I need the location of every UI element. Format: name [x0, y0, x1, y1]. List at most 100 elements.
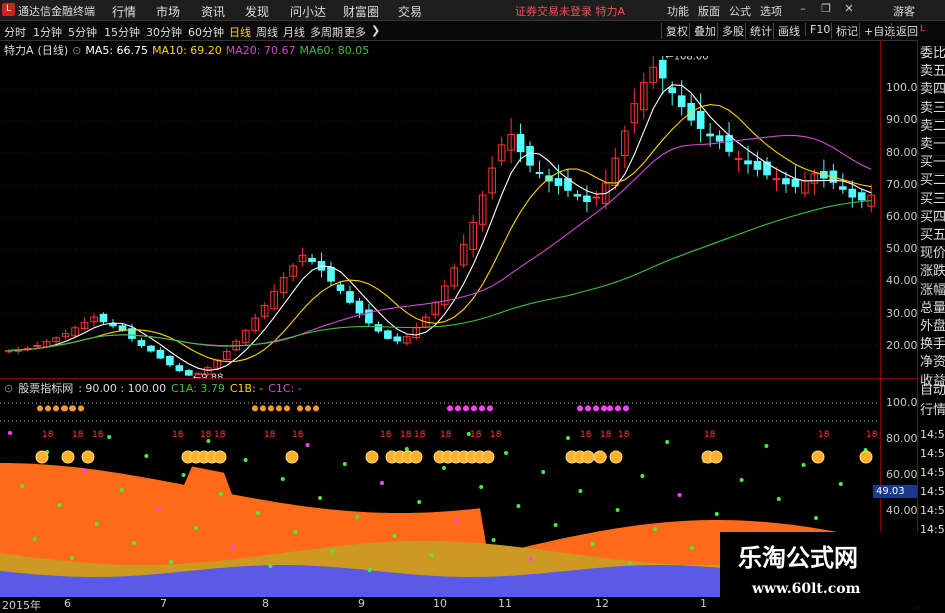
ma-info-bar: 特力A (日线) ⊙ MA5: 66.75 MA10: 69.20 MA20: 70.67…: [4, 42, 373, 57]
date-label: 6: [64, 597, 71, 610]
period-60min[interactable]: 60分钟: [188, 24, 224, 40]
signal-dot: [479, 485, 484, 489]
menu-layout[interactable]: 版面: [698, 3, 720, 19]
period-1min[interactable]: 1分钟: [33, 24, 62, 40]
btn-f10[interactable]: F10: [805, 23, 830, 36]
watermark-url: www.60lt.com: [752, 581, 861, 597]
candle-body: [137, 340, 146, 346]
sidebar-item-quote[interactable]: 卖三: [920, 100, 945, 116]
guest-label[interactable]: 游客: [893, 3, 915, 19]
signal-dot: [293, 530, 298, 534]
buy-signal-label: 18: [866, 430, 878, 440]
period-15min[interactable]: 15分钟: [104, 24, 140, 40]
candle-body: [393, 336, 402, 342]
sidebar-item-quote[interactable]: 卖四: [920, 82, 945, 97]
period-daily[interactable]: 日线: [229, 24, 251, 40]
more-chevron-icon[interactable]: ❯: [371, 24, 380, 37]
signal-dot: [70, 556, 74, 560]
date-label: 7: [160, 597, 167, 610]
buy-signal-label: 18: [42, 430, 54, 440]
period-more[interactable]: 更多: [344, 24, 366, 40]
menu-trade[interactable]: 交易: [398, 3, 422, 20]
sidebar-item-quote[interactable]: 卖二: [920, 118, 945, 134]
candle-body: [156, 349, 165, 359]
sidebar-item-quote[interactable]: 卖五: [920, 64, 945, 79]
signal-dot: [690, 546, 694, 550]
menu-function[interactable]: 功能: [667, 3, 689, 19]
smiley-coin-icon: [609, 450, 623, 464]
signal-dot: [355, 515, 360, 519]
current-value-badge: 49.03: [873, 485, 919, 498]
sidebar-item-quote[interactable]: 外盘: [920, 319, 945, 334]
menu-wealth[interactable]: 财富圈: [343, 3, 379, 20]
top-marker-dot: [623, 405, 629, 412]
top-marker-dot: [78, 405, 84, 412]
period-30min[interactable]: 30分钟: [146, 24, 182, 40]
buy-signal-label: 18: [200, 430, 212, 440]
btn-stats[interactable]: 统计: [745, 23, 772, 39]
sidebar-item-quote[interactable]: 委比: [920, 46, 945, 61]
sidebar-l[interactable]: L: [920, 22, 945, 36]
menu-quotes[interactable]: 行情: [112, 3, 136, 20]
candle-body: [554, 178, 563, 186]
menu-discover[interactable]: 发现: [245, 3, 269, 20]
price-tick-label: 20.00: [886, 338, 918, 352]
period-multi[interactable]: 多周期: [310, 24, 343, 40]
sidebar-item-quote[interactable]: 买一: [920, 155, 945, 170]
app-title: 通达信金融终端: [18, 5, 95, 18]
btn-draw[interactable]: 画线: [773, 23, 800, 39]
sidebar-item-quote[interactable]: 买四: [920, 209, 945, 225]
sidebar-item-quote[interactable]: 净资: [920, 355, 945, 370]
menu-options[interactable]: 选项: [760, 3, 782, 19]
menu-news[interactable]: 资讯: [201, 3, 225, 20]
sidebar-item-quote[interactable]: 总量: [920, 300, 945, 316]
period-toolbar: 分时 1分钟 5分钟 15分钟 30分钟 60分钟 日线 周线 月线 多周期 更…: [0, 21, 945, 41]
smiley-coin-icon: [213, 450, 227, 464]
sidebar-item-quote[interactable]: 买五: [920, 228, 945, 243]
period-monthly[interactable]: 月线: [283, 24, 305, 40]
menu-formula[interactable]: 公式: [729, 3, 751, 19]
menu-market[interactable]: 市场: [156, 3, 180, 20]
btn-multi-stock[interactable]: 多股: [717, 23, 744, 39]
signal-dot: [801, 463, 806, 467]
indicator-tick-label: 40.00: [886, 504, 918, 517]
buy-signal-label: 18: [264, 430, 276, 440]
sidebar-item-quote[interactable]: 换手: [920, 337, 945, 352]
period-weekly[interactable]: 周线: [256, 24, 278, 40]
sidebar-item-quote[interactable]: 涨跌: [920, 264, 945, 279]
sidebar-item-mode[interactable]: 自动: [920, 384, 945, 398]
signal-dot: [615, 508, 620, 512]
signal-dot: [20, 484, 25, 488]
btn-back[interactable]: 返回: [891, 23, 918, 39]
sidebar-item-quote[interactable]: 现价: [920, 246, 945, 261]
signal-dot: [665, 440, 670, 444]
btn-add-watchlist[interactable]: +自选: [859, 23, 895, 39]
period-5min[interactable]: 5分钟: [68, 24, 97, 40]
menu-ask[interactable]: 问小达: [290, 3, 326, 20]
minimize-icon[interactable]: –: [796, 2, 810, 16]
btn-adjust[interactable]: 复权: [661, 23, 688, 39]
btn-mark[interactable]: 标记: [831, 23, 858, 39]
sidebar-item-mode[interactable]: 行情: [920, 404, 945, 418]
high-price-mark: ←108.00: [665, 56, 708, 62]
candle-body: [384, 330, 392, 339]
candle-body: [753, 160, 762, 170]
sidebar-item-quote[interactable]: 涨幅: [920, 282, 945, 298]
restore-icon[interactable]: ❐: [819, 2, 833, 16]
signal-dot: [82, 469, 87, 473]
candle-body: [355, 300, 364, 314]
sidebar-item-quote[interactable]: 卖一: [920, 137, 945, 152]
indicator-tick-label: 100.0: [886, 396, 918, 409]
sidebar-item-quote[interactable]: 买三: [920, 191, 945, 207]
top-marker-dot: [313, 405, 319, 412]
close-icon[interactable]: ✕: [842, 2, 856, 16]
date-label: 12: [595, 597, 609, 610]
sidebar-item-quote[interactable]: 买二: [920, 173, 945, 188]
candlestick-chart[interactable]: ←108.00←9.88: [0, 56, 880, 378]
candle-body: [526, 145, 534, 166]
period-timeshare[interactable]: 分时: [4, 24, 26, 40]
top-marker-dot: [62, 405, 68, 412]
signal-dot: [181, 473, 186, 477]
smiley-coin-icon: [859, 450, 873, 464]
btn-overlay[interactable]: 叠加: [689, 23, 716, 39]
